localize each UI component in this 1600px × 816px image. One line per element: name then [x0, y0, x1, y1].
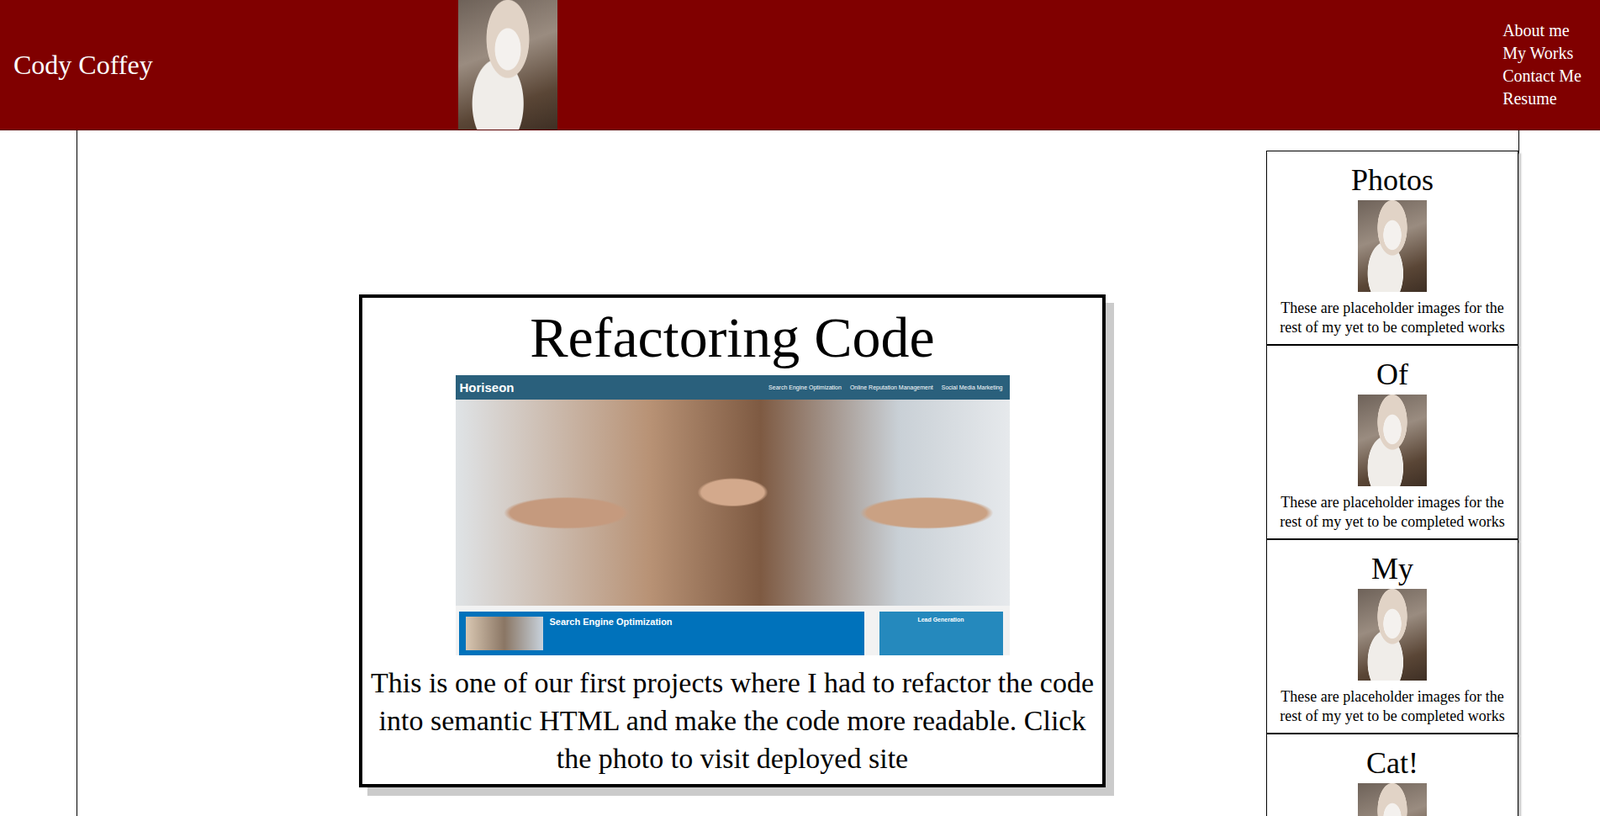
work-card: Of These are placeholder images for the r…: [1266, 344, 1519, 539]
site-name: Cody Coffey: [0, 49, 459, 81]
main-nav: About meMy WorksContact MeResume: [1502, 19, 1600, 111]
screenshot-sections: Search Engine Optimization Lead Generatio…: [455, 605, 1010, 655]
project-screenshot[interactable]: Horiseon Search Engine Optimization Online…: [455, 374, 1010, 655]
screenshot-header: Horiseon Search Engine Optimization Online…: [455, 374, 1010, 400]
screenshot-nav-item: Search Engine Optimization: [768, 384, 842, 391]
work-caption: These are placeholder images for the res…: [1273, 298, 1511, 338]
screenshot-brand: Horiseon: [459, 380, 515, 395]
cat-photo: [1357, 588, 1427, 681]
nav-link[interactable]: My Works: [1502, 42, 1582, 65]
screenshot-section: Lead Generation: [879, 611, 1004, 655]
work-card: Cat!: [1266, 733, 1519, 816]
featured-area: Refactoring Code Horiseon Search Engine Op…: [77, 130, 1267, 816]
nav-link[interactable]: Contact Me: [1502, 64, 1582, 88]
work-title: Photos: [1351, 163, 1434, 197]
nav-link[interactable]: About me: [1502, 19, 1582, 43]
work-title: Of: [1376, 357, 1409, 391]
cat-photo: [1357, 394, 1427, 486]
cat-photo: [1357, 782, 1427, 816]
project-title: Refactoring Code: [529, 302, 935, 372]
work-caption: These are placeholder images for the res…: [1273, 492, 1511, 532]
nav-link[interactable]: Resume: [1502, 87, 1582, 111]
screenshot-nav: Search Engine Optimization Online Reputat…: [768, 384, 1003, 391]
content-container: Refactoring Code Horiseon Search Engine Op…: [76, 130, 1520, 816]
cat-photo: [1357, 200, 1427, 292]
screenshot-nav-item: Online Reputation Management: [850, 384, 934, 391]
screenshot-thumb: [465, 616, 544, 650]
header-photo-frame: [458, 0, 558, 130]
screenshot-nav-item: Social Media Marketing: [941, 384, 1004, 391]
works-sidebar: Photos These are placeholder images for t…: [1266, 130, 1519, 816]
cat-photo: [458, 0, 558, 130]
site-header: Cody Coffey About meMy WorksContact MeRes…: [0, 0, 1600, 131]
screenshot-section: Search Engine Optimization: [459, 611, 865, 655]
project-card: Refactoring Code Horiseon Search Engine Op…: [359, 294, 1106, 787]
project-description: This is one of our first projects where …: [369, 663, 1096, 777]
work-caption: These are placeholder images for the res…: [1273, 686, 1511, 726]
work-title: Cat!: [1366, 745, 1419, 780]
work-card: My These are placeholder images for the r…: [1266, 538, 1519, 734]
screenshot-hero-photo: [455, 399, 1010, 606]
work-title: My: [1371, 551, 1414, 586]
work-card: Photos These are placeholder images for t…: [1266, 150, 1519, 345]
